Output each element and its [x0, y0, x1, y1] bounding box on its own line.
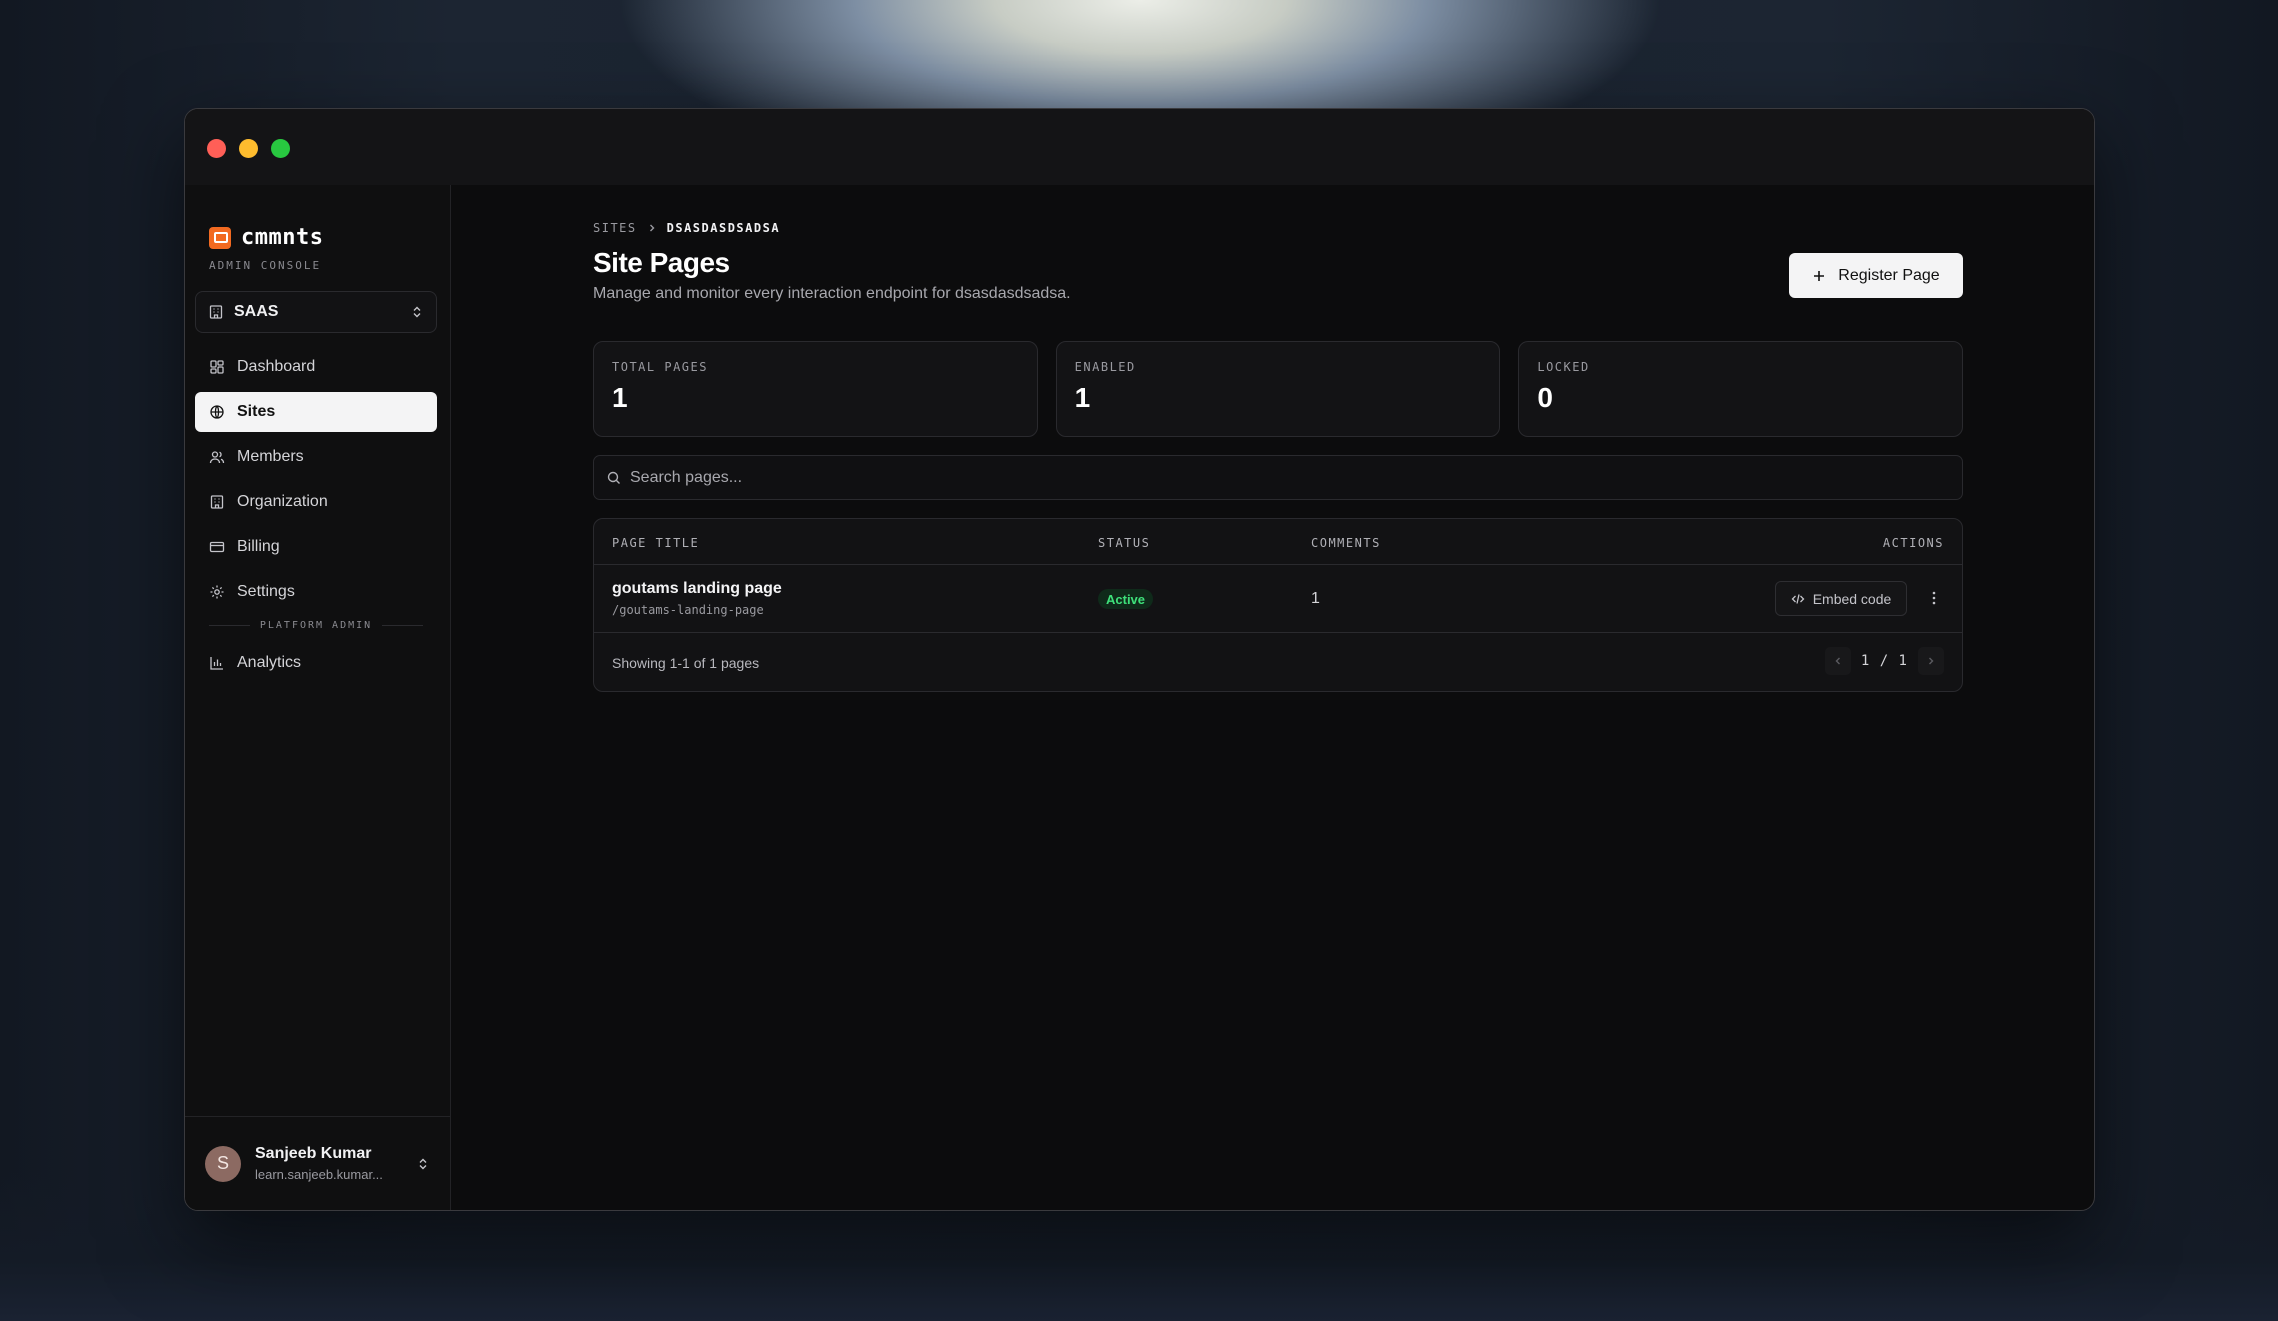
- user-info: Sanjeeb Kumar learn.sanjeeb.kumar...: [255, 1145, 416, 1182]
- stat-total-pages: TOTAL PAGES 1: [593, 341, 1038, 437]
- stat-label: ENABLED: [1074, 360, 1136, 374]
- dashboard-icon: [209, 359, 225, 375]
- status-badge: Active: [1098, 589, 1154, 609]
- sidebar-item-billing[interactable]: Billing: [195, 527, 437, 567]
- logo-icon: [209, 226, 231, 249]
- pagination: 1 / 1: [1824, 647, 1944, 675]
- page-title: Site Pages: [593, 247, 730, 278]
- sidebar-item-sites[interactable]: Sites: [195, 392, 437, 432]
- table-footer: Showing 1-1 of 1 pages 1 / 1: [594, 633, 1962, 691]
- comments-count: 1: [1311, 590, 1320, 607]
- stats-row: TOTAL PAGES 1 ENABLED 1 LOCKED 0: [593, 341, 1964, 437]
- search-icon: [606, 470, 622, 486]
- app-logo[interactable]: cmmnts: [209, 225, 323, 250]
- sidebar-item-label: Analytics: [237, 654, 302, 671]
- stat-locked: LOCKED 0: [1518, 341, 1964, 437]
- pages-table: PAGE TITLE STATUS COMMENTS ACTIONS gouta…: [593, 518, 1963, 692]
- avatar: S: [205, 1145, 241, 1182]
- main-content: SITES DSASDASDSADSA Site Pages Manage an…: [593, 185, 1964, 1210]
- breadcrumb-current: DSASDASDSADSA: [666, 221, 781, 235]
- stat-value: 1: [1074, 382, 1091, 413]
- embed-code-button[interactable]: Embed code: [1775, 581, 1907, 616]
- table-header: PAGE TITLE STATUS COMMENTS ACTIONS: [594, 519, 1962, 565]
- pagination-summary: Showing 1-1 of 1 pages: [612, 655, 760, 671]
- building-icon: [208, 304, 224, 320]
- users-icon: [209, 449, 225, 465]
- logo-text: cmmnts: [241, 225, 324, 250]
- chevron-left-icon: [1833, 656, 1843, 666]
- column-header-actions: ACTIONS: [1882, 536, 1944, 550]
- stat-value: 1: [612, 382, 628, 413]
- sidebar-item-label: Members: [237, 448, 304, 465]
- sidebar-item-settings[interactable]: Settings: [195, 572, 437, 612]
- user-email: learn.sanjeeb.kumar...: [255, 1167, 383, 1182]
- sidebar-item-label: Dashboard: [237, 358, 316, 375]
- divider: [209, 624, 250, 626]
- chevron-up-down-icon: [410, 305, 424, 319]
- org-switcher[interactable]: SAAS: [195, 291, 437, 333]
- chevron-right-icon: [1926, 656, 1936, 666]
- page-title-cell: goutams landing page /goutams-landing-pa…: [612, 580, 782, 617]
- admin-console-label: ADMIN CONSOLE: [209, 259, 322, 272]
- bar-chart-icon: [209, 655, 225, 671]
- plus-icon: [1812, 269, 1826, 283]
- code-icon: [1791, 592, 1805, 606]
- stat-label: LOCKED: [1537, 360, 1590, 374]
- sidebar: cmmnts ADMIN CONSOLE SAAS Dashboard Site…: [185, 185, 451, 1210]
- sidebar-item-dashboard[interactable]: Dashboard: [195, 347, 437, 387]
- breadcrumb-sites[interactable]: SITES: [593, 221, 637, 235]
- credit-card-icon: [209, 539, 225, 555]
- globe-icon: [209, 404, 225, 420]
- stat-enabled: ENABLED 1: [1055, 341, 1501, 437]
- column-header-status: STATUS: [1098, 536, 1151, 550]
- page-slug: /goutams-landing-page: [612, 603, 764, 617]
- chevron-up-down-icon: [416, 1157, 430, 1171]
- close-window-button[interactable]: [207, 139, 226, 158]
- user-menu[interactable]: S Sanjeeb Kumar learn.sanjeeb.kumar...: [185, 1116, 450, 1210]
- next-page-button[interactable]: [1918, 647, 1944, 675]
- page-indicator: 1 / 1: [1860, 653, 1908, 669]
- register-page-button[interactable]: Register Page: [1789, 253, 1963, 298]
- search-box: [593, 455, 1963, 500]
- stat-label: TOTAL PAGES: [612, 360, 708, 374]
- breadcrumb: SITES DSASDASDSADSA: [593, 221, 780, 235]
- sidebar-nav: Dashboard Sites Members Organization Bil…: [195, 347, 437, 688]
- platform-admin-section: PLATFORM ADMIN: [209, 615, 424, 635]
- previous-page-button[interactable]: [1824, 647, 1851, 675]
- chevron-right-icon: [647, 223, 657, 233]
- gear-icon: [209, 584, 225, 600]
- search-input[interactable]: [630, 468, 1950, 487]
- building-icon: [209, 494, 225, 510]
- minimize-window-button[interactable]: [239, 139, 258, 158]
- title-bar: [185, 109, 2094, 185]
- register-page-label: Register Page: [1838, 266, 1940, 284]
- column-header-page-title: PAGE TITLE: [612, 536, 700, 550]
- section-label: PLATFORM ADMIN: [259, 619, 373, 631]
- sidebar-item-label: Settings: [237, 583, 295, 600]
- sidebar-item-label: Organization: [237, 493, 328, 510]
- sidebar-item-label: Billing: [237, 538, 280, 555]
- page-subtitle: Manage and monitor every interaction end…: [593, 285, 1071, 302]
- sidebar-item-members[interactable]: Members: [195, 437, 437, 477]
- sidebar-item-analytics[interactable]: Analytics: [195, 643, 437, 683]
- maximize-window-button[interactable]: [271, 139, 290, 158]
- sidebar-item-organization[interactable]: Organization: [195, 482, 437, 522]
- column-header-comments: COMMENTS: [1311, 536, 1381, 550]
- table-row[interactable]: goutams landing page /goutams-landing-pa…: [594, 565, 1962, 633]
- stat-value: 0: [1537, 382, 1553, 413]
- sidebar-item-label: Sites: [237, 403, 276, 420]
- more-vertical-icon: [1932, 591, 1936, 605]
- user-name: Sanjeeb Kumar: [255, 1145, 372, 1162]
- page-name[interactable]: goutams landing page: [612, 580, 782, 598]
- org-name: SAAS: [234, 303, 279, 320]
- app-window: cmmnts ADMIN CONSOLE SAAS Dashboard Site…: [184, 108, 2095, 1211]
- embed-code-label: Embed code: [1812, 590, 1892, 607]
- divider: [382, 624, 424, 626]
- more-actions-button[interactable]: [1924, 583, 1944, 613]
